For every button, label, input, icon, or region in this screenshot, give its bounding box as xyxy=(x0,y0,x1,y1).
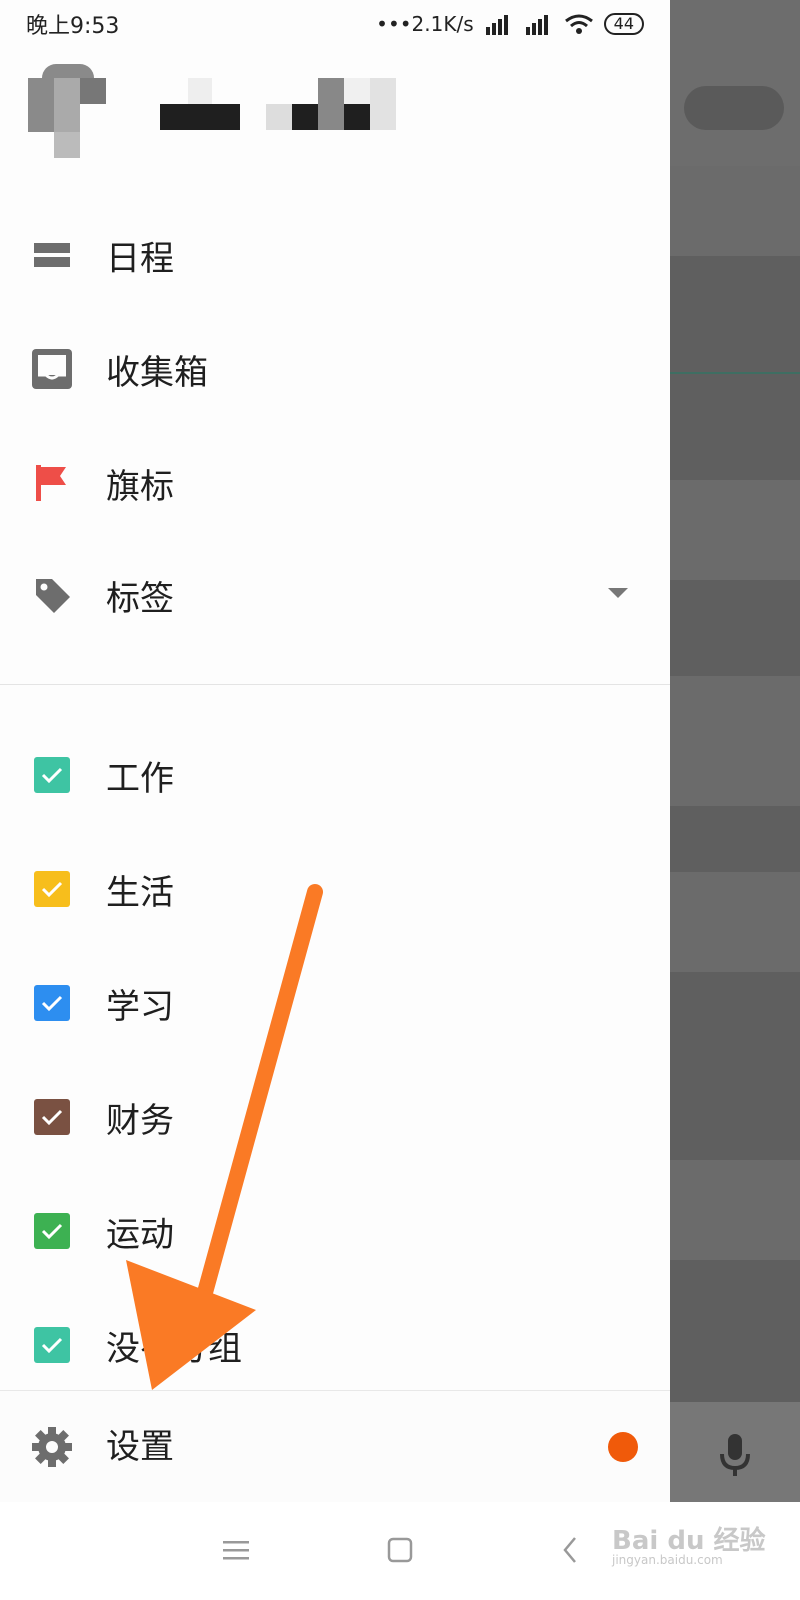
list-item-study[interactable]: 学习 xyxy=(0,958,670,1048)
menu-item-inbox[interactable]: 收集箱 xyxy=(0,324,670,414)
background-row xyxy=(670,166,800,256)
background-row xyxy=(670,872,800,972)
settings-label: 设置 xyxy=(106,1427,174,1467)
list-item-label: 没有分组 xyxy=(106,1328,242,1369)
background-row xyxy=(670,480,800,580)
list-item-finance[interactable]: 财务 xyxy=(0,1072,670,1162)
menu-item-label: 日程 xyxy=(106,238,174,279)
navigation-drawer: 日程 收集箱 旗标 标签 工作 生活 学习 财务 运动 没有分组 设置 xyxy=(0,0,670,1503)
watermark-text: Bai du 经验 xyxy=(612,1526,766,1556)
list-item-label: 工作 xyxy=(106,758,174,799)
home-icon[interactable] xyxy=(370,1520,430,1580)
status-bar: 晚上9:53 •••2.1K/s 44 xyxy=(0,0,670,48)
gear-icon xyxy=(30,1425,74,1469)
background-row xyxy=(670,676,800,806)
back-icon[interactable] xyxy=(540,1520,600,1580)
menu-item-label: 收集箱 xyxy=(106,352,208,393)
profile-name-redacted xyxy=(160,78,400,130)
battery-indicator: 44 xyxy=(603,13,644,35)
list-item-ungrouped[interactable]: 没有分组 xyxy=(0,1300,670,1390)
checkbox-icon[interactable] xyxy=(30,867,74,911)
list-item-label: 财务 xyxy=(106,1100,174,1141)
profile-header[interactable] xyxy=(28,64,408,160)
menu-icon[interactable] xyxy=(206,1520,266,1580)
notification-dot xyxy=(608,1432,638,1462)
checkbox-icon[interactable] xyxy=(30,1095,74,1139)
tag-icon xyxy=(30,573,74,617)
settings-row[interactable]: 设置 xyxy=(0,1390,670,1503)
signal-icon xyxy=(485,15,508,35)
watermark: Bai du 经验 jingyan.baidu.com xyxy=(612,1520,766,1567)
divider xyxy=(0,684,670,685)
wifi-icon xyxy=(564,14,593,34)
list-item-label: 生活 xyxy=(106,872,174,913)
list-item-label: 学习 xyxy=(106,986,174,1027)
calendar-bars-icon xyxy=(30,233,74,277)
checkbox-icon[interactable] xyxy=(30,1323,74,1367)
status-time: 晚上9:53 xyxy=(26,14,120,39)
list-item-label: 运动 xyxy=(106,1214,174,1255)
background-divider xyxy=(670,372,800,374)
menu-item-flagged[interactable]: 旗标 xyxy=(0,438,670,528)
menu-item-tags[interactable]: 标签 xyxy=(0,550,670,640)
list-item-sport[interactable]: 运动 xyxy=(0,1186,670,1276)
menu-item-schedule[interactable]: 日程 xyxy=(0,210,670,300)
checkbox-icon[interactable] xyxy=(30,753,74,797)
list-item-life[interactable]: 生活 xyxy=(0,844,670,934)
status-indicators: •••2.1K/s 44 xyxy=(376,12,644,36)
microphone-icon[interactable] xyxy=(718,1432,752,1478)
network-speed: •••2.1K/s xyxy=(376,12,474,36)
chevron-down-icon[interactable] xyxy=(608,588,628,598)
background-bottom-bar xyxy=(670,1402,800,1502)
menu-item-label: 旗标 xyxy=(106,466,174,507)
checkbox-icon[interactable] xyxy=(30,1209,74,1253)
menu-item-label: 标签 xyxy=(106,578,174,619)
flag-icon xyxy=(30,461,74,505)
background-toolbar xyxy=(670,0,800,166)
signal-2-icon xyxy=(525,15,548,35)
inbox-icon xyxy=(30,347,74,391)
avatar[interactable] xyxy=(28,64,108,160)
dimmed-background[interactable] xyxy=(670,0,800,1502)
checkbox-icon[interactable] xyxy=(30,981,74,1025)
background-row xyxy=(670,1160,800,1260)
list-item-work[interactable]: 工作 xyxy=(0,730,670,820)
